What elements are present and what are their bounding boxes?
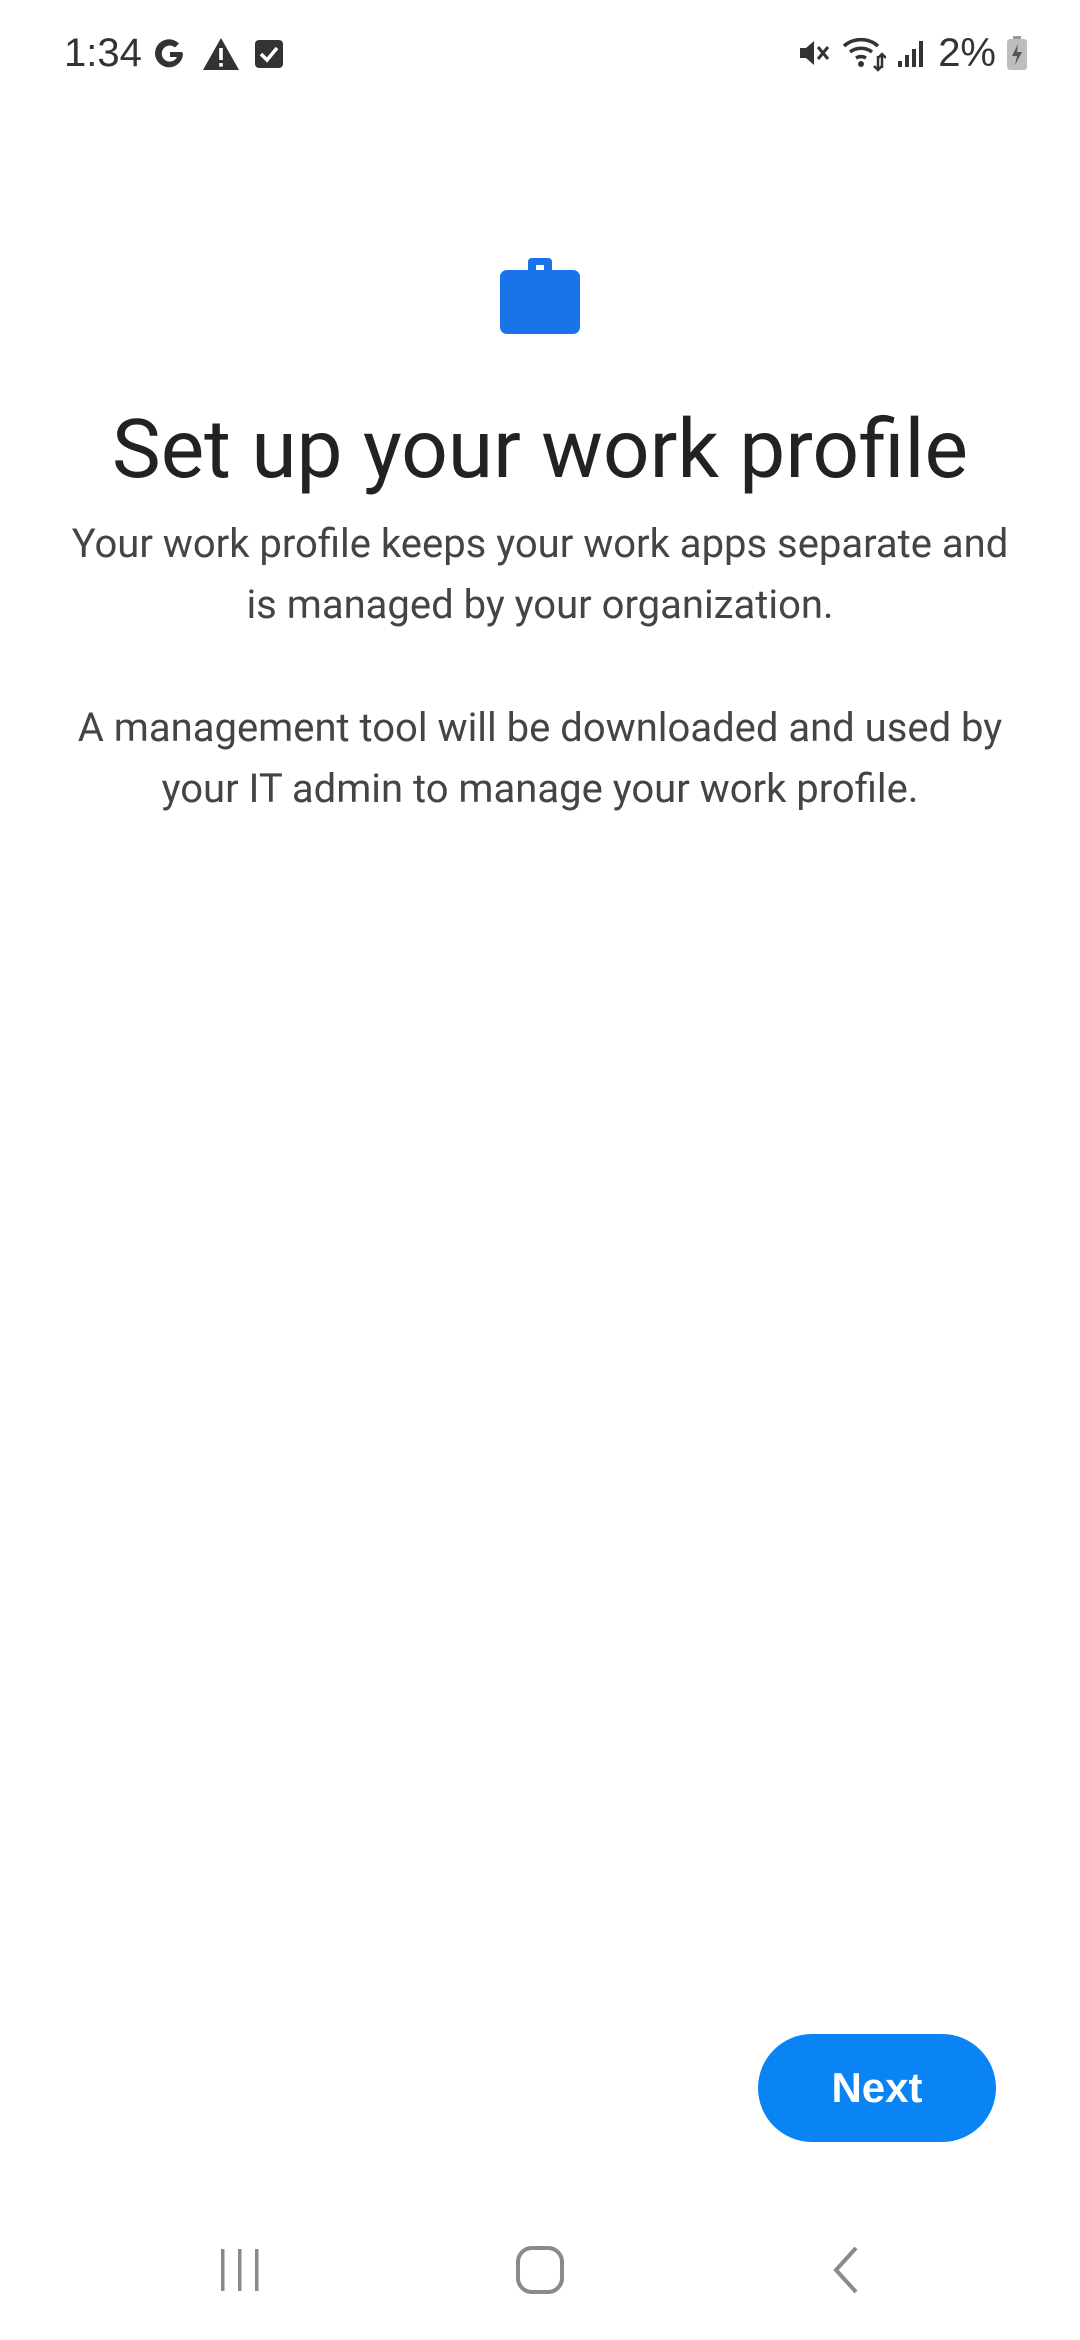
recents-icon — [221, 2249, 259, 2291]
notification-icons — [152, 34, 284, 74]
battery-percent: 2% — [938, 31, 996, 75]
google-icon — [155, 39, 183, 68]
navigation-bar — [0, 2200, 1080, 2340]
back-icon — [833, 2246, 858, 2294]
home-icon — [516, 2246, 564, 2294]
briefcase-icon — [500, 258, 580, 334]
warning-icon — [203, 38, 239, 70]
description-separate-apps: Your work profile keeps your work apps s… — [71, 520, 1009, 628]
status-bar: 1:34 2% — [0, 0, 1080, 108]
wifi-icon — [843, 38, 887, 72]
status-time: 1:34 — [64, 31, 142, 75]
back-button[interactable] — [786, 2230, 906, 2310]
checkbox-icon — [255, 40, 283, 68]
system-status-icons: 2% — [796, 30, 1028, 76]
next-button[interactable]: Next — [758, 2034, 996, 2142]
page-title: Set up your work profile — [112, 402, 968, 498]
battery-charging-icon — [1007, 36, 1027, 70]
description-management-tool: A management tool will be downloaded and… — [77, 704, 1003, 812]
signal-icon — [898, 41, 924, 67]
home-button[interactable] — [480, 2230, 600, 2310]
recents-button[interactable] — [180, 2230, 300, 2310]
mute-icon — [800, 41, 830, 65]
